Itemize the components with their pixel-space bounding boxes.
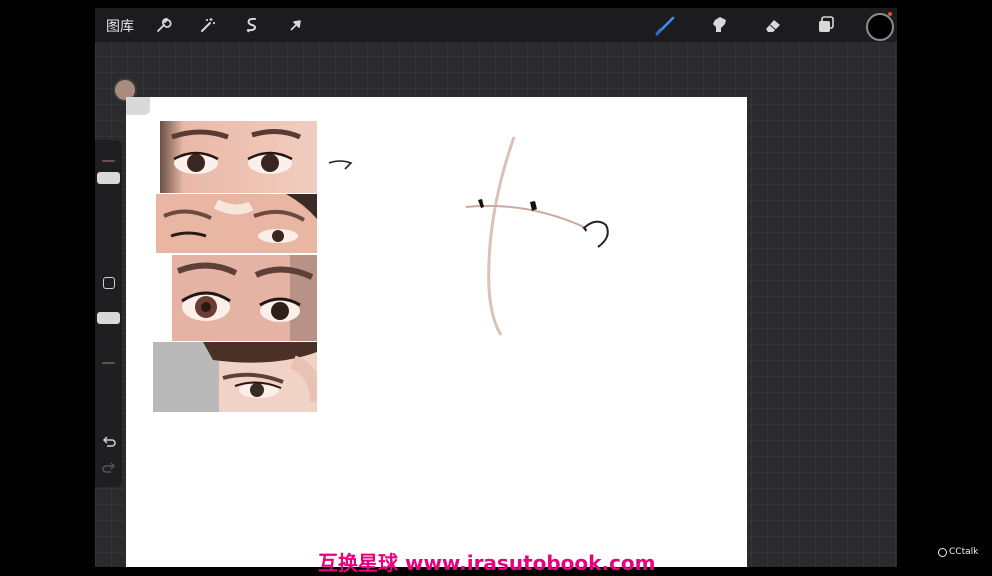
brush-opacity-slider[interactable]	[95, 280, 122, 412]
transform-arrow-icon[interactable]	[285, 14, 307, 36]
undo-arrow-icon[interactable]	[101, 436, 117, 450]
cctalk-logo: CCtalk	[938, 547, 978, 557]
redo-arrow-icon[interactable]	[101, 462, 117, 476]
selection-icon[interactable]	[241, 14, 263, 36]
layers-icon[interactable]	[815, 14, 837, 36]
watermark-text: 互换星球 www.irasutobook.com	[318, 551, 656, 575]
wrench-icon[interactable]	[152, 14, 174, 36]
left-sidebar	[95, 140, 122, 487]
eraser-icon[interactable]	[762, 14, 784, 36]
brush-size-thumb[interactable]	[97, 172, 120, 184]
brush-size-slider[interactable]	[95, 140, 122, 268]
sketch-strokes	[328, 136, 609, 336]
brush-opacity-thumb[interactable]	[97, 312, 120, 324]
slider-tick	[102, 362, 115, 364]
cctalk-ring-icon	[938, 547, 947, 557]
color-indicator-dot	[888, 12, 892, 16]
magic-wand-icon[interactable]	[196, 14, 218, 36]
smudge-icon[interactable]	[708, 14, 730, 36]
slider-tick	[102, 160, 115, 162]
top-toolbar: 图库	[95, 8, 897, 42]
drawing-canvas[interactable]	[126, 97, 747, 567]
color-picker-button[interactable]	[866, 13, 894, 41]
cctalk-label: CCtalk	[949, 547, 979, 557]
brush-icon[interactable]	[654, 14, 676, 36]
gallery-button[interactable]: 图库	[106, 16, 134, 36]
